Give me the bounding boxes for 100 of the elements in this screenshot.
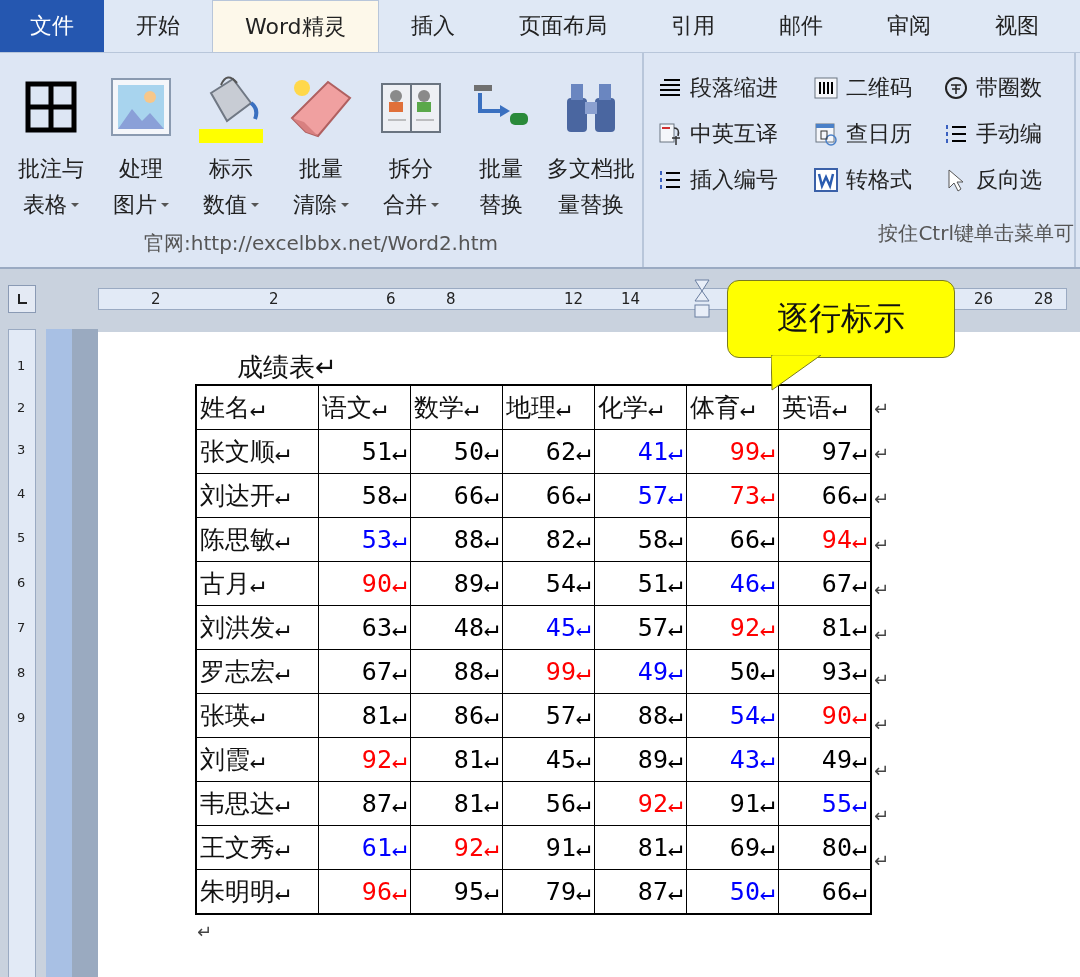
tab-selector[interactable] [8,285,36,313]
table-cell: 66↵ [502,473,595,518]
ruler-number: 1 [17,358,26,373]
ribbon-button[interactable]: 中英互译 [658,111,814,157]
table-cell: 73↵ [686,473,779,518]
ruler-number: 8 [446,289,456,309]
table-cell: 刘洪发↵ [196,605,319,650]
table-cell: 88↵ [594,693,687,738]
row-end-mark: ↵ [874,848,890,873]
ribbon-tab[interactable]: 插入 [378,0,487,52]
ruler-number: 12 [564,289,584,309]
table-cell: 45↵ [502,737,595,782]
table-cell: 57↵ [502,693,595,738]
table-cell: 58↵ [318,473,411,518]
table-cell: 92↵ [686,605,779,650]
ribbon-button[interactable]: 手动编 [944,111,1074,157]
table-cell: 56↵ [502,781,595,826]
ribbon-button[interactable]: 反向选 [944,157,1074,203]
table-cell: 43↵ [686,737,779,782]
ribbon-tab[interactable]: Word精灵 [212,0,379,52]
table-cell: 87↵ [318,781,411,826]
ribbon-tab[interactable]: 视图 [962,0,1071,52]
table-cell: 81↵ [410,737,503,782]
ribbon-button[interactable]: 标示 数值 [186,63,276,223]
column-header: 语文↵ [318,385,411,430]
table-cell: 89↵ [410,561,503,606]
table-cell: 46↵ [686,561,779,606]
ruler-number: 7 [17,620,26,635]
table-cell: 66↵ [686,517,779,562]
ribbon-button[interactable]: 批量 清除 [276,63,366,223]
file-tab[interactable]: 文件 [0,0,104,52]
table-cell: 92↵ [410,825,503,870]
paragraph-mark: ↵ [197,921,214,942]
table-cell: 张瑛↵ [196,693,319,738]
table-cell: 57↵ [594,473,687,518]
column-header: 姓名↵ [196,385,319,430]
ruler-number: 2 [17,400,26,415]
table-cell: 53↵ [318,517,411,562]
table-cell: 88↵ [410,649,503,694]
table-cell: 99↵ [502,649,595,694]
ribbon-button[interactable]: 带圈数 [944,65,1074,111]
table-cell: 81↵ [594,825,687,870]
table-cell: 91↵ [502,825,595,870]
row-end-mark: ↵ [874,713,890,738]
ribbon-tab[interactable]: 开始 [104,0,212,52]
table-cell: 88↵ [410,517,503,562]
ribbon-tab[interactable]: 邮件 [746,0,855,52]
ribbon-button[interactable]: 处理 图片 [96,63,186,223]
ribbon-button[interactable]: 查日历 [814,111,944,157]
table-cell: 罗志宏↵ [196,649,319,694]
ribbon-button[interactable]: 二维码 [814,65,944,111]
ruler-number: 2 [151,289,161,309]
ribbon-tab[interactable]: 审阅 [854,0,963,52]
ribbon-tab[interactable]: 引用 [638,0,747,52]
table-cell: 91↵ [686,781,779,826]
ruler-number: 6 [386,289,396,309]
table-cell: 王文秀↵ [196,825,319,870]
row-end-mark: ↵ [874,758,890,783]
ribbon-button[interactable]: 拆分 合并 [366,63,456,223]
table-cell: 57↵ [594,605,687,650]
table-cell: 50↵ [410,429,503,474]
table-cell: 58↵ [594,517,687,562]
row-end-mark: ↵ [874,668,890,693]
document-title: 成绩表↵ [237,351,337,384]
table-cell: 51↵ [594,561,687,606]
ribbon-button[interactable]: 批注与 表格 [6,63,96,223]
table-cell: 66↵ [410,473,503,518]
table-cell: 54↵ [686,693,779,738]
column-header: 地理↵ [502,385,595,430]
ribbon-button[interactable]: 多文档批 量替换 [546,63,636,223]
column-header: 体育↵ [686,385,779,430]
ruler-number: 8 [17,665,26,680]
callout-pointer [771,355,821,391]
ribbon-button[interactable]: 段落缩进 [658,65,814,111]
table-cell: 51↵ [318,429,411,474]
table-cell: 刘霞↵ [196,737,319,782]
table-cell: 张文顺↵ [196,429,319,474]
document-w-icon [814,168,838,192]
ribbon-button[interactable]: 转格式 [814,157,944,203]
group-label: 按住Ctrl键单击菜单可 [877,220,1074,247]
ruler-number: 28 [1034,289,1054,309]
ruler-number: 9 [17,710,26,725]
translate-icon [658,122,682,146]
table-cell: 48↵ [410,605,503,650]
table-cell: 92↵ [318,737,411,782]
row-end-mark: ↵ [874,487,890,512]
column-header: 化学↵ [594,385,687,430]
table-cell: 63↵ [318,605,411,650]
table-cell: 陈思敏↵ [196,517,319,562]
table-cell: 67↵ [318,649,411,694]
table-cell: 82↵ [502,517,595,562]
table-cell: 69↵ [686,825,779,870]
ribbon-button[interactable]: 批量 替换 [456,63,546,223]
table-cell: 81↵ [410,781,503,826]
table-cell: 62↵ [502,429,595,474]
numbered-list-icon [658,168,682,192]
ribbon-tab[interactable]: 页面布局 [486,0,639,52]
ribbon-button[interactable]: 插入编号 [658,157,814,203]
table-cell: 89↵ [594,737,687,782]
table-cell: 韦思达↵ [196,781,319,826]
